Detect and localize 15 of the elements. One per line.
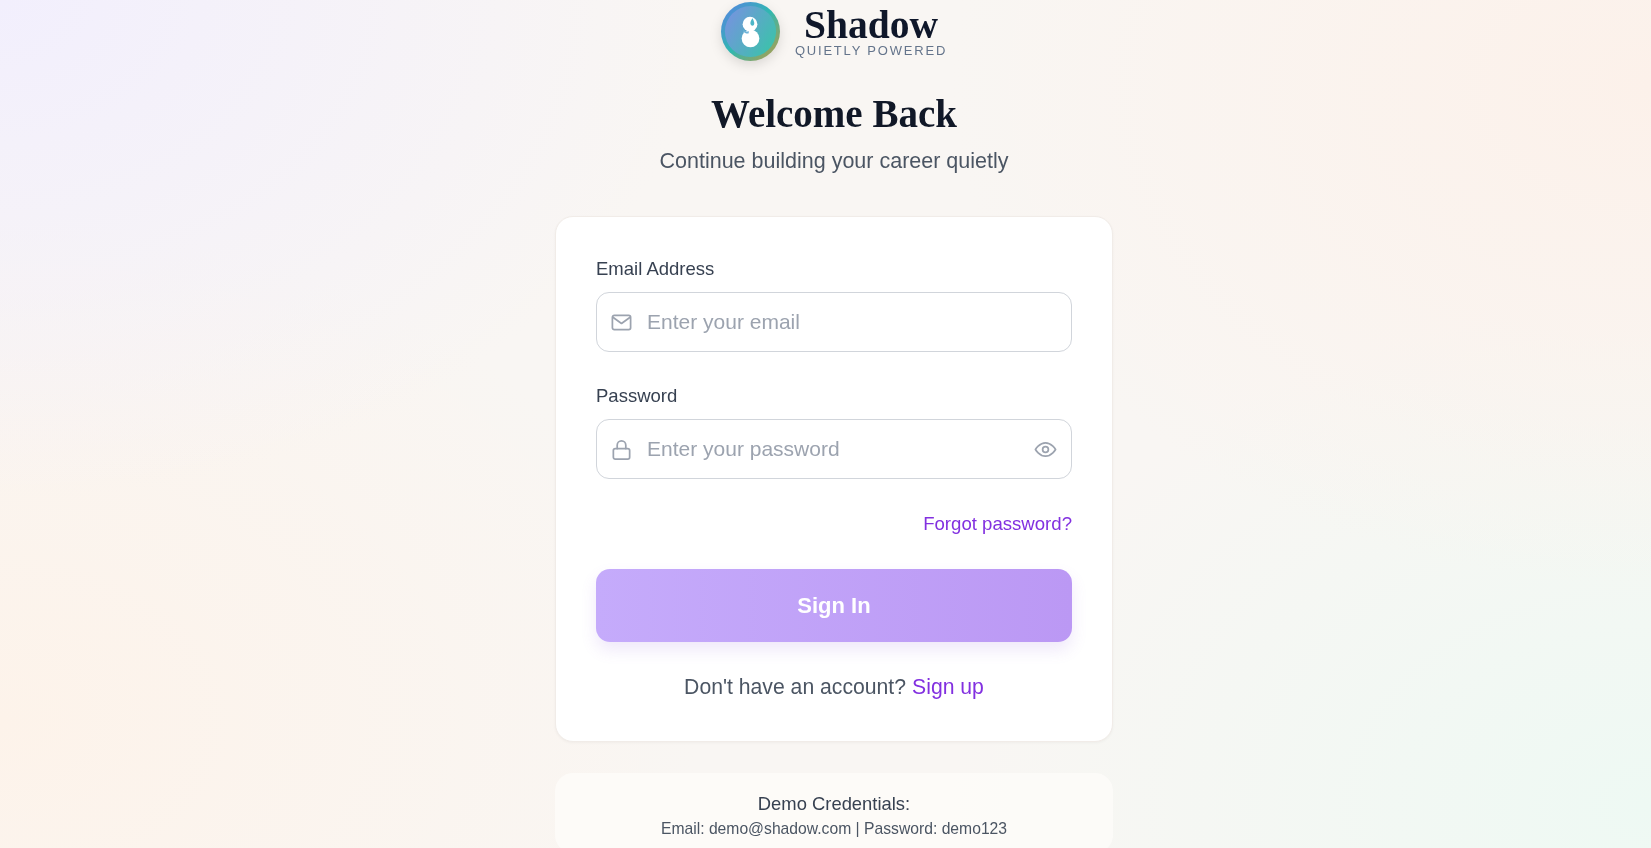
field-label: Password: [596, 384, 679, 408]
page-subtitle: Continue building your career quietly: [659, 148, 1009, 174]
mail-icon: [610, 311, 633, 334]
demo-credentials-text: Email: demo@shadow.com | Password: demo123: [660, 819, 1008, 838]
email-field[interactable]: Enter your email: [596, 292, 1072, 352]
brand-tagline: QUIETLY POWERED: [794, 43, 948, 58]
forgot-password-link[interactable]: Forgot password?: [923, 513, 1072, 535]
lock-icon: [610, 438, 633, 461]
field-label: Email Address: [596, 257, 716, 281]
page-title: Welcome Back: [711, 91, 957, 137]
demo-title: Demo Credentials:: [757, 792, 911, 816]
sign-up-link[interactable]: Sign up: [912, 675, 984, 699]
password-field[interactable]: Enter your password: [596, 419, 1072, 479]
signup-prompt: Don't have an account?: [684, 675, 907, 699]
brand-name: Shadow: [804, 5, 938, 44]
